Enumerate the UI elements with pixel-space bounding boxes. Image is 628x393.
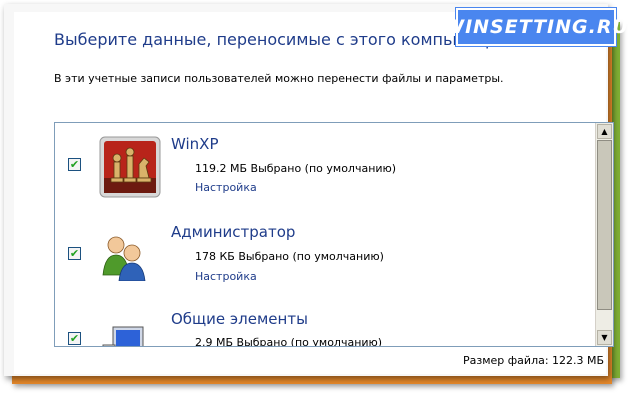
winxp-checkbox[interactable]: ✔ — [68, 158, 81, 171]
computer-icon — [99, 325, 149, 346]
user-name-shared: Общие элементы — [171, 310, 308, 328]
scroll-up-button[interactable]: ▲ — [597, 124, 612, 139]
user-accounts-list[interactable]: ✔ WinXP 119.2 МБ Выбрано (по умолчанию) … — [54, 122, 614, 347]
file-size-label: Размер файла: — [463, 354, 549, 367]
user-name-winxp: WinXP — [171, 135, 219, 153]
customize-link-winxp[interactable]: Настройка — [195, 181, 257, 194]
user-size-administrator: 178 КБ Выбрано (по умолчанию) — [195, 250, 384, 263]
page-title: Выберите данные, переносимые с этого ком… — [54, 30, 506, 49]
shared-checkbox[interactable]: ✔ — [68, 332, 81, 345]
administrator-checkbox[interactable]: ✔ — [68, 247, 81, 260]
window: Выберите данные, переносимые с этого ком… — [4, 4, 614, 376]
users-icon — [99, 231, 151, 285]
user-name-administrator: Администратор — [171, 223, 296, 241]
instruction-text: В эти учетные записи пользователей можно… — [54, 72, 504, 85]
scrollbar-thumb[interactable] — [597, 140, 612, 310]
customize-link-administrator[interactable]: Настройка — [195, 270, 257, 283]
list-item-winxp: ✔ WinXP 119.2 МБ Выбрано (по умолчанию) … — [55, 123, 593, 213]
file-size-value: 122.3 МБ — [552, 354, 605, 367]
scroll-down-button[interactable]: ▼ — [597, 330, 612, 345]
chess-pieces-icon — [99, 136, 161, 202]
list-item-shared: ✔ Общие элементы 2.9 МБ Выбрано (по умол… — [55, 303, 593, 347]
content-panel: Выберите данные, переносимые с этого ком… — [14, 12, 614, 374]
vertical-scrollbar[interactable]: ▲ ▼ — [595, 123, 613, 346]
file-size-summary: Размер файла: 122.3 МБ — [463, 354, 604, 367]
user-size-shared: 2.9 МБ Выбрано (по умолчанию) — [195, 336, 383, 347]
user-size-winxp: 119.2 МБ Выбрано (по умолчанию) — [195, 162, 397, 175]
watermark-logo: WINSETTING.RU — [443, 8, 628, 46]
list-item-administrator: ✔ Администратор 178 КБ Выбрано (по умолч… — [55, 213, 593, 303]
